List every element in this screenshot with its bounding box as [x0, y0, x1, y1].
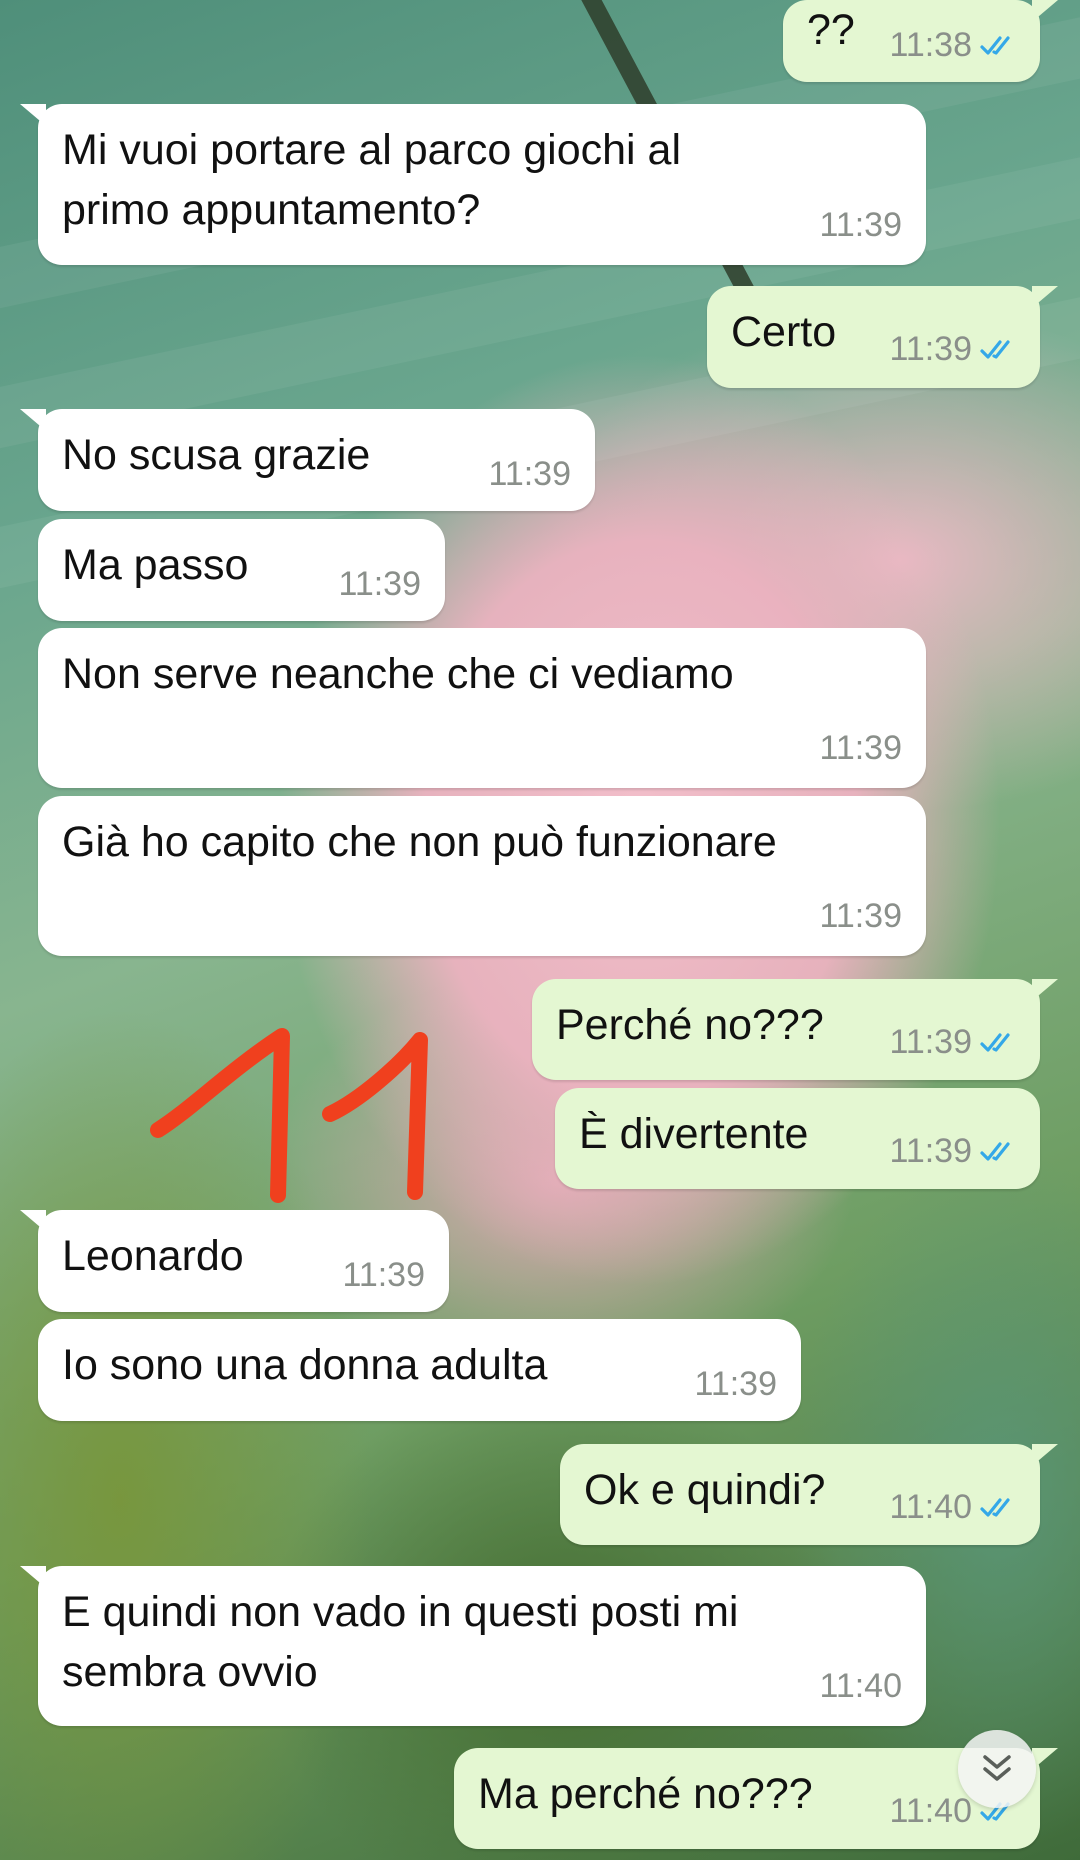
- message-meta: 11:39: [889, 1023, 1020, 1062]
- message-meta: 11:39: [819, 897, 902, 936]
- double-check-icon: [980, 1032, 1010, 1052]
- message-bubble-incoming[interactable]: Ma passo 11:39: [38, 519, 445, 621]
- message-meta: 11:39: [819, 206, 902, 245]
- message-time: 11:39: [889, 1132, 972, 1170]
- message-text: Non serve neanche che ci vediamo: [62, 650, 734, 698]
- message-time: 11:40: [889, 1792, 972, 1830]
- message-text: È divertente: [579, 1110, 809, 1158]
- message-bubble-incoming[interactable]: E quindi non vado in questi posti mi sem…: [20, 1566, 926, 1726]
- message-meta: 11:40: [889, 1488, 1020, 1527]
- message-bubble-incoming[interactable]: No scusa grazie 11:39: [20, 409, 595, 511]
- message-text: Ma passo: [62, 541, 249, 589]
- message-text: Ma perché no???: [478, 1770, 813, 1818]
- message-text: Già ho capito che non può funzionare: [62, 818, 777, 866]
- message-bubble-incoming[interactable]: Non serve neanche che ci vediamo 11:39: [38, 628, 926, 788]
- message-bubble-incoming[interactable]: Mi vuoi portare al parco giochi al primo…: [20, 104, 926, 265]
- message-meta: 11:39: [819, 729, 902, 768]
- message-bubble-outgoing[interactable]: Ok e quindi? 11:40: [560, 1444, 1058, 1545]
- message-time: 11:39: [819, 897, 902, 935]
- message-meta: 11:40: [819, 1667, 902, 1706]
- chevron-double-down-icon: [983, 1755, 1011, 1781]
- message-text: Ok e quindi?: [584, 1466, 826, 1514]
- message-text: Perché no???: [556, 1001, 824, 1049]
- double-check-icon: [980, 339, 1010, 359]
- message-time: 11:39: [342, 1256, 425, 1294]
- message-meta: 11:39: [694, 1365, 777, 1404]
- message-bubble-outgoing[interactable]: ?? 11:38: [783, 0, 1058, 82]
- message-meta: 11:39: [889, 330, 1020, 369]
- message-time: 11:40: [819, 1667, 902, 1705]
- message-time: 11:39: [488, 455, 571, 493]
- message-text: Leonardo: [62, 1232, 244, 1280]
- message-time: 11:39: [889, 330, 972, 368]
- message-text: Certo: [731, 308, 837, 356]
- message-bubble-outgoing[interactable]: È divertente 11:39: [555, 1088, 1040, 1189]
- message-meta: 11:39: [889, 1132, 1020, 1171]
- message-time: 11:39: [819, 729, 902, 767]
- message-meta: 11:39: [488, 455, 571, 494]
- double-check-icon: [980, 1141, 1010, 1161]
- message-time: 11:39: [819, 206, 902, 244]
- message-bubble-outgoing[interactable]: Perché no??? 11:39: [532, 979, 1058, 1080]
- double-check-icon: [980, 1497, 1010, 1517]
- message-bubble-outgoing[interactable]: Ma perché no??? 11:40: [454, 1748, 1058, 1849]
- message-bubble-outgoing[interactable]: Certo 11:39: [707, 286, 1058, 388]
- double-check-icon: [980, 35, 1010, 55]
- message-text: ??: [807, 6, 855, 54]
- message-meta: 11:38: [889, 26, 1020, 65]
- message-text: E quindi non vado in questi posti mi sem…: [62, 1588, 739, 1696]
- message-text: No scusa grazie: [62, 431, 371, 479]
- message-time: 11:38: [889, 26, 972, 64]
- message-time: 11:39: [694, 1365, 777, 1403]
- message-time: 11:39: [338, 565, 421, 603]
- message-time: 11:40: [889, 1488, 972, 1526]
- message-bubble-incoming[interactable]: Io sono una donna adulta 11:39: [38, 1319, 801, 1421]
- scroll-to-bottom-button[interactable]: [958, 1730, 1036, 1808]
- message-meta: 11:39: [342, 1256, 425, 1295]
- message-bubble-incoming[interactable]: Leonardo 11:39: [20, 1210, 449, 1312]
- message-text: Io sono una donna adulta: [62, 1341, 548, 1389]
- message-bubble-incoming[interactable]: Già ho capito che non può funzionare 11:…: [38, 796, 926, 956]
- message-time: 11:39: [889, 1023, 972, 1061]
- message-meta: 11:39: [338, 565, 421, 604]
- message-text: Mi vuoi portare al parco giochi al primo…: [62, 126, 682, 234]
- message-list[interactable]: ?? 11:38 Mi vuoi portare al parco giochi…: [0, 0, 1080, 1860]
